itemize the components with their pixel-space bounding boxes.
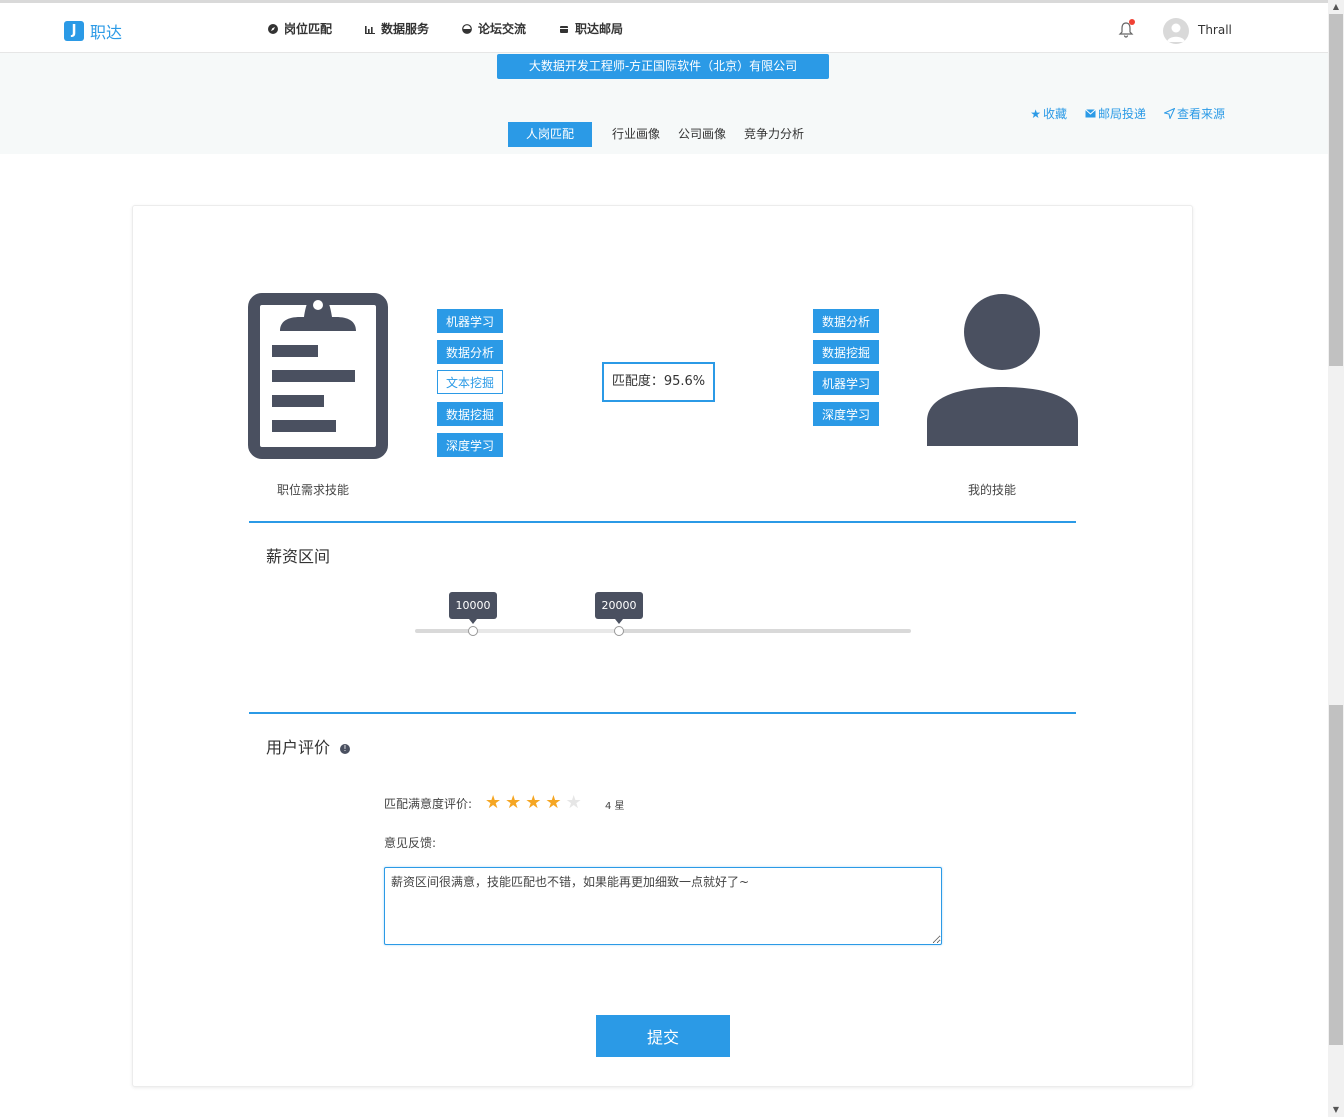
action-label: 收藏 [1042, 107, 1067, 121]
person-icon [927, 294, 1078, 446]
job-skill-tag-missing[interactable]: 文本挖掘 [437, 370, 504, 394]
star-icon: ★ [1030, 106, 1041, 121]
job-skills-caption: 职位需求技能 [277, 483, 350, 497]
notification-bell[interactable] [1118, 19, 1135, 39]
my-skill-tag[interactable]: 深度学习 [813, 402, 880, 426]
scroll-thumb-lower[interactable] [1329, 705, 1343, 1045]
top-navbar: J 职达 岗位匹配 数据服务 论坛交流 职达邮局 Thrall [0, 0, 1328, 53]
tab-company-profile[interactable]: 公司画像 [669, 122, 735, 147]
feedback-label: 意见反馈: [384, 836, 437, 850]
review-title-text: 用户评价 [266, 738, 331, 757]
nav-label: 论坛交流 [478, 22, 527, 36]
job-header: 大数据开发工程师-方正国际软件（北京）有限公司 ★ 收藏 邮局投递 查看来源 人… [0, 53, 1328, 154]
nav-label: 岗位匹配 [284, 22, 333, 36]
star-icon[interactable]: ★ [505, 792, 521, 814]
analysis-tabs: 人岗匹配 行业画像 公司画像 竞争力分析 [508, 122, 813, 147]
my-skill-tag[interactable]: 数据挖掘 [813, 340, 880, 364]
user-avatar-icon [1167, 23, 1185, 42]
rating-text: 4 星 [605, 801, 625, 812]
info-icon[interactable]: ! [340, 743, 351, 754]
salary-section-title: 薪资区间 [266, 547, 331, 566]
mailbox-icon [560, 25, 569, 33]
notification-badge [1129, 19, 1135, 25]
nav-label: 职达邮局 [575, 22, 624, 36]
salary-slider-handle-high[interactable] [614, 626, 624, 636]
avatar[interactable] [1163, 18, 1189, 44]
chat-icon [462, 23, 472, 34]
brand-logo[interactable]: J 职达 [64, 19, 122, 43]
favorite-button[interactable]: ★ 收藏 [1030, 105, 1067, 122]
envelope-icon [1085, 109, 1096, 118]
view-source-button[interactable]: 查看来源 [1163, 105, 1225, 122]
star-icon[interactable]: ★ [545, 792, 561, 814]
scroll-thumb[interactable] [1329, 14, 1343, 366]
salary-low-tooltip: 10000 [449, 592, 497, 624]
my-skill-tag[interactable]: 数据分析 [813, 309, 880, 333]
section-divider [249, 712, 1076, 714]
clipboard-icon [248, 293, 388, 459]
nav-item-data-service[interactable]: 数据服务 [365, 20, 429, 37]
job-skill-tag[interactable]: 数据分析 [437, 340, 504, 364]
nav-item-post-office[interactable]: 职达邮局 [559, 20, 623, 37]
star-empty-icon[interactable]: ★ [566, 792, 582, 814]
salary-slider-handle-low[interactable] [468, 626, 478, 636]
my-skills-caption: 我的技能 [968, 483, 1017, 497]
feedback-textarea[interactable]: 薪资区间很满意，技能匹配也不错，如果能再更加细致一点就好了~ [384, 867, 942, 945]
brand-logo-icon: J [64, 21, 84, 41]
brand-name: 职达 [90, 23, 123, 42]
rating-label: 匹配满意度评价: [384, 797, 473, 811]
action-label: 查看来源 [1176, 107, 1225, 121]
match-score: 匹配度：95.6% [602, 362, 715, 402]
nav-item-forum[interactable]: 论坛交流 [462, 20, 526, 37]
review-section-title: 用户评价! [266, 734, 351, 758]
bar-chart-icon [365, 25, 376, 34]
submit-button[interactable]: 提交 [596, 1015, 730, 1057]
job-skill-tag[interactable]: 机器学习 [437, 309, 504, 333]
post-deliver-button[interactable]: 邮局投递 [1085, 105, 1146, 122]
job-skill-tag[interactable]: 数据挖掘 [437, 402, 504, 426]
username[interactable]: Thrall [1198, 23, 1232, 37]
salary-slider-range [473, 629, 619, 633]
my-skill-tag[interactable]: 机器学习 [813, 371, 880, 395]
compass-icon [268, 23, 278, 34]
job-actions: ★ 收藏 邮局投递 查看来源 [1030, 105, 1225, 122]
tab-job-match[interactable]: 人岗匹配 [508, 122, 593, 147]
star-icon[interactable]: ★ [485, 792, 501, 814]
main-nav: 岗位匹配 数据服务 论坛交流 职达邮局 [268, 20, 656, 37]
action-label: 邮局投递 [1097, 107, 1146, 121]
job-skill-tag[interactable]: 深度学习 [437, 433, 504, 457]
nav-label: 数据服务 [381, 22, 430, 36]
scroll-up-arrow-icon[interactable]: ▲ [1328, 0, 1344, 14]
tab-competitiveness[interactable]: 竞争力分析 [735, 122, 813, 147]
job-title: 大数据开发工程师-方正国际软件（北京）有限公司 [497, 54, 829, 79]
salary-high-tooltip: 20000 [595, 592, 643, 624]
section-divider [249, 521, 1076, 523]
scroll-down-arrow-icon[interactable]: ▼ [1328, 1103, 1344, 1117]
nav-item-job-match[interactable]: 岗位匹配 [268, 20, 332, 37]
rating-stars: ★ ★ ★ ★ ★ [485, 792, 582, 814]
send-icon [1163, 108, 1175, 119]
star-icon[interactable]: ★ [525, 792, 541, 814]
tab-industry-profile[interactable]: 行业画像 [603, 122, 669, 147]
